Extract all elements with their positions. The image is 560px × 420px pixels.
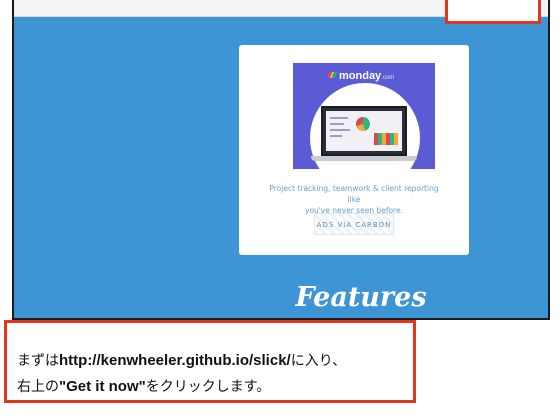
ad-image[interactable]: monday.com [293,63,435,169]
monday-logo: monday.com [326,69,395,82]
ad-brand-suffix: .com [381,75,395,81]
caption-line-2: 右上の"Get it now"をクリックします。 [17,376,270,396]
caption-url: http://kenwheeler.github.io/slick/ [59,352,291,369]
caption-button-name: "Get it now" [59,378,146,395]
laptop-icon [321,106,407,156]
ad-text-line1[interactable]: Project tracking, teamwork & client repo… [264,183,444,205]
get-it-now-highlight [445,0,541,24]
dashboard-bar [330,123,344,125]
status-blocks [374,133,398,145]
dashboard-bar [330,135,342,137]
caption-line2-suffix: をクリックします。 [145,379,271,395]
browser-viewport: monday.com Project tracking, teamwork & … [12,0,550,320]
monday-logo-icon [326,69,338,78]
pie-chart-icon [356,117,370,131]
carbon-ad-card[interactable]: monday.com Project tracking, teamwork & … [239,45,469,255]
ads-via-carbon-link[interactable]: ADS VIA CARBON [314,213,394,235]
dashboard-bar [330,129,350,131]
laptop-base [311,156,417,161]
caption-line-1: まずはhttp://kenwheeler.github.io/slick/に入り… [17,350,346,370]
instruction-caption: まずはhttp://kenwheeler.github.io/slick/に入り… [4,320,416,403]
ad-brand-name: monday [339,70,382,82]
caption-line1-suffix: に入り、 [290,353,347,369]
dashboard-bar [330,117,348,119]
dashboard-preview [326,111,402,151]
ad-description[interactable]: Project tracking, teamwork & client repo… [264,183,444,216]
caption-line1-prefix: まずは [17,353,59,369]
features-heading: Features [295,282,427,313]
caption-line2-prefix: 右上の [17,379,59,395]
